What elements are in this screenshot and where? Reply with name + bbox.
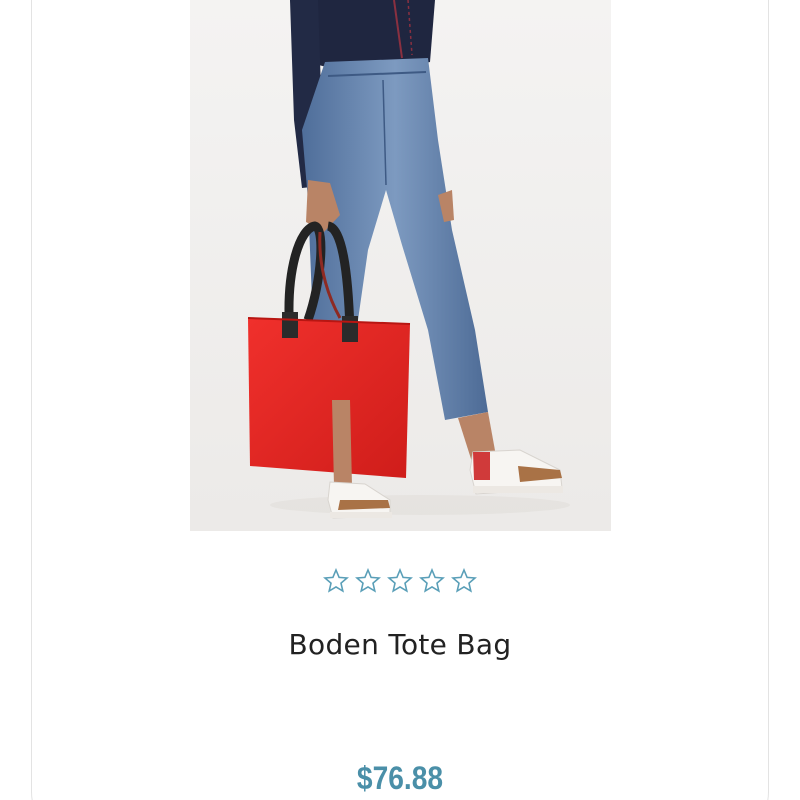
product-title[interactable]: Boden Tote Bag — [0, 628, 800, 661]
star-outline-icon[interactable] — [451, 568, 477, 594]
star-outline-icon[interactable] — [419, 568, 445, 594]
star-rating[interactable] — [0, 568, 800, 594]
star-outline-icon[interactable] — [355, 568, 381, 594]
star-outline-icon[interactable] — [323, 568, 349, 594]
product-page: Boden Tote Bag $76.88 — [0, 0, 800, 800]
product-image[interactable] — [190, 0, 611, 531]
star-outline-icon[interactable] — [387, 568, 413, 594]
product-price: $76.88 — [356, 760, 444, 796]
